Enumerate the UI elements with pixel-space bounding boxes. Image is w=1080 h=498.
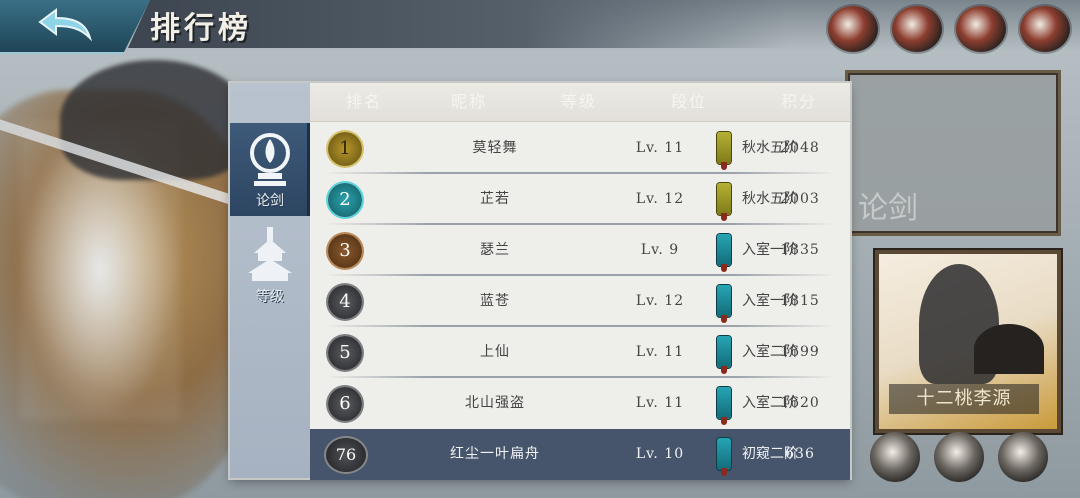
player-level: Lv. 11 bbox=[635, 344, 685, 360]
bottom-icon-1[interactable] bbox=[870, 432, 920, 482]
ranking-tabs: 论剑 等级 bbox=[230, 83, 310, 478]
header-score: 积分 bbox=[761, 91, 837, 113]
rank-badge: 2 bbox=[328, 183, 362, 217]
player-level: Lv. 11 bbox=[635, 140, 685, 156]
header-tier: 段位 bbox=[651, 91, 727, 113]
bottom-menu-icons bbox=[870, 432, 1048, 482]
rank-badge: 3 bbox=[328, 234, 362, 268]
sword-emblem-icon bbox=[250, 133, 290, 186]
bottom-icon-2[interactable] bbox=[934, 432, 984, 482]
rank-badge: 4 bbox=[328, 285, 362, 319]
header-tier-text: 段位 bbox=[670, 92, 707, 111]
header-score-text: 积分 bbox=[780, 92, 817, 111]
menu-icon-1[interactable] bbox=[828, 6, 878, 52]
player-score: 1620 bbox=[780, 395, 820, 411]
my-score: 636 bbox=[785, 446, 815, 462]
back-arrow-icon bbox=[38, 8, 93, 42]
ranking-panel: 论剑 等级 排名 昵称 等级 段位 积分 1 莫轻舞 Lv. 11 秋水五阶 2… bbox=[230, 83, 850, 480]
player-name: 芷若 bbox=[480, 191, 510, 207]
back-button[interactable] bbox=[0, 0, 150, 54]
background-panel-text: 论剑 bbox=[858, 191, 918, 226]
menu-icon-2[interactable] bbox=[892, 6, 942, 52]
header-level-text: 等级 bbox=[560, 92, 597, 111]
player-score: 1835 bbox=[780, 242, 820, 258]
page-title: 排行榜 bbox=[150, 11, 252, 46]
tab-label-lunjian: 论剑 bbox=[256, 193, 284, 209]
player-score: 1815 bbox=[780, 293, 820, 309]
top-menu-icons bbox=[828, 6, 1070, 52]
player-name: 上仙 bbox=[480, 344, 510, 360]
tab-label-level: 等级 bbox=[256, 289, 284, 305]
player-level: Lv. 11 bbox=[635, 395, 685, 411]
player-name: 北山强盗 bbox=[465, 395, 525, 411]
background-hair bbox=[60, 60, 250, 180]
player-level: Lv. 12 bbox=[635, 191, 685, 207]
player-level: Lv. 12 bbox=[635, 293, 685, 309]
my-ranking-row[interactable]: 76 红尘一叶扁舟 Lv. 10 初窥二阶 636 bbox=[310, 429, 850, 480]
menu-icon-4[interactable] bbox=[1020, 6, 1070, 52]
player-name: 莫轻舞 bbox=[472, 140, 518, 156]
tab-level[interactable]: 等级 bbox=[230, 219, 310, 312]
portrait-fan bbox=[974, 324, 1044, 374]
rank-badge: 1 bbox=[328, 132, 362, 166]
header-level: 等级 bbox=[541, 91, 617, 113]
player-score: 1699 bbox=[780, 344, 820, 360]
header-nickname-text: 昵称 bbox=[450, 92, 487, 111]
ranking-row[interactable]: 6 北山强盗 Lv. 11 入室二阶 1620 bbox=[310, 378, 850, 429]
background-portrait: 十二桃李源 bbox=[875, 250, 1061, 433]
rank-badge: 6 bbox=[328, 387, 362, 421]
ranking-row[interactable]: 3 瑟兰 Lv. 9 入室一阶 1835 bbox=[310, 225, 850, 276]
header-rank-text: 排名 bbox=[345, 92, 382, 111]
tab-lunjian[interactable]: 论剑 bbox=[230, 123, 310, 216]
my-rank-badge: 76 bbox=[326, 438, 366, 472]
ranking-row[interactable]: 5 上仙 Lv. 11 入室二阶 1699 bbox=[310, 327, 850, 378]
player-score: 2048 bbox=[780, 140, 820, 156]
ranking-row[interactable]: 4 蓝苍 Lv. 12 入室一阶 1815 bbox=[310, 276, 850, 327]
player-name: 蓝苍 bbox=[480, 293, 510, 309]
header-nickname: 昵称 bbox=[431, 91, 507, 113]
menu-icon-3[interactable] bbox=[956, 6, 1006, 52]
my-level: Lv. 10 bbox=[635, 446, 685, 462]
top-bar: 排行榜 bbox=[0, 0, 1080, 54]
header-rank: 排名 bbox=[326, 91, 402, 113]
my-name: 红尘一叶扁舟 bbox=[450, 446, 540, 462]
pagoda-icon bbox=[248, 227, 292, 281]
portrait-banner-text: 十二桃李源 bbox=[916, 388, 1012, 409]
player-level: Lv. 9 bbox=[640, 242, 680, 258]
ranking-row[interactable]: 2 芷若 Lv. 12 秋水五阶 2003 bbox=[310, 174, 850, 225]
table-header: 排名 昵称 等级 段位 积分 bbox=[310, 83, 850, 122]
rank-badge: 5 bbox=[328, 336, 362, 370]
bottom-icon-3[interactable] bbox=[998, 432, 1048, 482]
player-name: 瑟兰 bbox=[480, 242, 510, 258]
portrait-banner: 十二桃李源 bbox=[889, 384, 1039, 414]
ranking-row[interactable]: 1 莫轻舞 Lv. 11 秋水五阶 2048 bbox=[310, 123, 850, 174]
player-score: 2003 bbox=[780, 191, 820, 207]
background-mode-panel: 论剑 bbox=[845, 70, 1061, 236]
